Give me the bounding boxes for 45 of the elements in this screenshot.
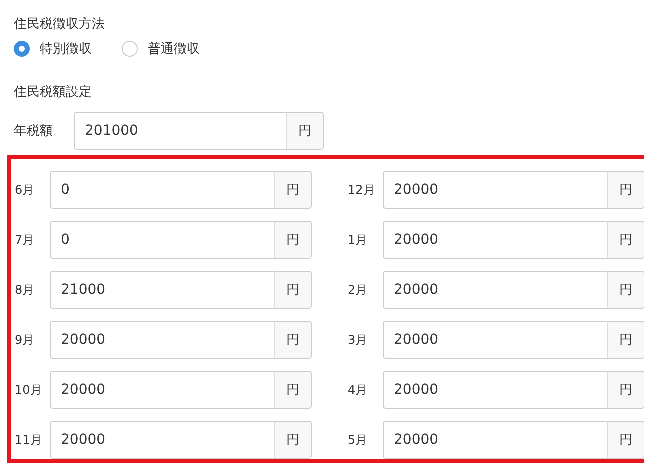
section-label: 住民税額設定: [14, 84, 93, 102]
input-field[interactable]: 201000: [74, 112, 286, 150]
unit-addon: 円: [274, 221, 312, 259]
month-label: 12月: [348, 182, 376, 198]
input-field[interactable]: 20000: [50, 421, 274, 459]
month-label: 7月: [15, 232, 36, 248]
month-label: 2月: [348, 282, 369, 298]
input-field[interactable]: 20000: [383, 321, 607, 359]
month-label: 4月: [348, 382, 369, 398]
unit-addon: 円: [274, 371, 312, 409]
radio-option[interactable]: 普通徴収: [122, 40, 200, 58]
unit-addon: 円: [607, 171, 644, 209]
input-field[interactable]: 0: [50, 221, 274, 259]
input-field[interactable]: 21000: [50, 271, 274, 309]
input-field[interactable]: 20000: [383, 171, 607, 209]
unit-addon: 円: [286, 112, 324, 150]
month-label: 6月: [15, 182, 36, 198]
input-field[interactable]: 0: [50, 171, 274, 209]
input-field[interactable]: 20000: [50, 321, 274, 359]
unit-addon: 円: [607, 321, 644, 359]
unit-addon: 円: [274, 321, 312, 359]
month-label: 10月: [15, 382, 44, 398]
input-field[interactable]: 20000: [383, 421, 607, 459]
month-label: 11月: [15, 432, 44, 448]
month-label: 5月: [348, 432, 369, 448]
section-label: 住民税徴収方法: [14, 16, 106, 34]
radio-icon[interactable]: [14, 41, 30, 57]
input-field[interactable]: 20000: [383, 271, 607, 309]
input-field[interactable]: 20000: [50, 371, 274, 409]
input-field[interactable]: 20000: [383, 221, 607, 259]
input-field[interactable]: 20000: [383, 371, 607, 409]
month-label: 3月: [348, 332, 369, 348]
month-label: 1月: [348, 232, 369, 248]
unit-addon: 円: [274, 271, 312, 309]
month-label: 8月: [15, 282, 36, 298]
radio-option[interactable]: 特別徴収: [14, 40, 92, 58]
unit-addon: 円: [274, 421, 312, 459]
unit-addon: 円: [607, 371, 644, 409]
month-label: 9月: [15, 332, 36, 348]
unit-addon: 円: [607, 421, 644, 459]
unit-addon: 円: [274, 171, 312, 209]
field-label: 年税額: [14, 123, 54, 140]
unit-addon: 円: [607, 271, 644, 309]
unit-addon: 円: [607, 221, 644, 259]
radio-icon[interactable]: [122, 41, 138, 57]
